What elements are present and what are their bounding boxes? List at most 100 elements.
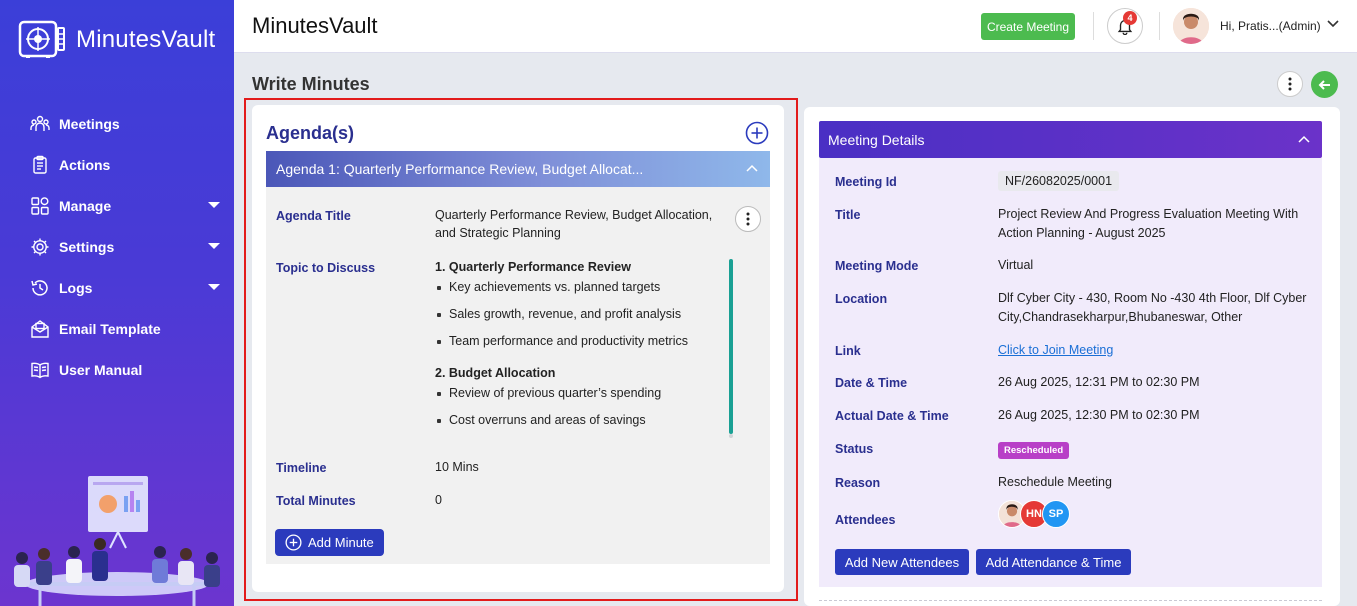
chevron-down-icon[interactable] xyxy=(1326,18,1340,28)
add-attendance-time-button[interactable]: Add Attendance & Time xyxy=(976,549,1131,575)
attendee-avatar[interactable]: SP xyxy=(1042,500,1070,528)
user-greeting[interactable]: Hi, Pratis...(Admin) xyxy=(1220,19,1321,33)
attendees-label: Attendees xyxy=(835,513,896,527)
topic-bullet: Review of previous quarter’s spending xyxy=(435,384,725,402)
date-time-value: 26 Aug 2025, 12:31 PM to 02:30 PM xyxy=(998,375,1200,389)
add-agenda-icon[interactable] xyxy=(745,121,769,145)
sidebar-item-manage[interactable]: Manage xyxy=(0,185,234,226)
agenda-title-line: Quarterly Performance Review, Budget All… xyxy=(435,208,713,222)
email-icon xyxy=(30,319,50,339)
page-more-button[interactable] xyxy=(1277,71,1303,97)
sidebar-item-label: Logs xyxy=(59,279,93,296)
location-value: Dlf Cyber City - 430, Room No -430 4th F… xyxy=(998,289,1306,327)
topic-bullet: Team performance and productivity metric… xyxy=(435,332,725,350)
agenda-accordion-header[interactable]: Agenda 1: Quarterly Performance Review, … xyxy=(266,151,770,187)
page-title: Write Minutes xyxy=(252,74,370,94)
manage-icon xyxy=(30,196,50,216)
actual-date-time-value: 26 Aug 2025, 12:30 PM to 02:30 PM xyxy=(998,408,1200,422)
agenda-heading: Agenda(s) xyxy=(266,123,355,143)
meeting-title-line: Action Planning - August 2025 xyxy=(998,226,1166,240)
location-line: City,Chandrasekharpur,Bhubaneswar, Other xyxy=(998,310,1243,324)
status-value: Rescheduled xyxy=(998,440,1070,460)
title-label: Title xyxy=(835,208,861,222)
sidebar-nav: Meetings Actions Manage Settings Logs Em… xyxy=(0,103,234,390)
sidebar-item-label: Email Template xyxy=(59,320,161,337)
chevron-down-icon xyxy=(208,284,220,290)
sidebar-item-label: Actions xyxy=(59,156,111,173)
agenda-card: Agenda(s) Agenda 1: Quarterly Performanc… xyxy=(252,105,784,592)
topic-bullet: Key achievements vs. planned targets xyxy=(435,278,725,296)
topic-bullet: Cost overruns and areas of savings xyxy=(435,411,725,429)
chevron-up-icon xyxy=(746,164,758,172)
link-label: Link xyxy=(835,344,861,358)
meeting-id-value: NF/26082025/0001 xyxy=(998,171,1120,191)
create-meeting-button[interactable]: Create Meeting xyxy=(981,13,1075,40)
header-divider xyxy=(1093,12,1094,40)
meeting-id-label: Meeting Id xyxy=(835,175,897,189)
notifications-button[interactable]: 4 xyxy=(1107,8,1143,44)
agenda-accordion-body: Agenda Title Quarterly Performance Revie… xyxy=(266,187,770,564)
date-time-label: Date & Time xyxy=(835,376,908,390)
topics-list[interactable]: 1. Quarterly Performance Review Key achi… xyxy=(435,258,725,448)
reason-label: Reason xyxy=(835,476,881,490)
sidebar-item-meetings[interactable]: Meetings xyxy=(0,103,234,144)
meeting-details-body: Meeting Id NF/26082025/0001 Title Projec… xyxy=(819,158,1322,587)
more-vertical-icon xyxy=(746,212,750,226)
gear-icon xyxy=(30,237,50,257)
agenda-accordion-title: Agenda 1: Quarterly Performance Review, … xyxy=(276,161,644,177)
meeting-details-header[interactable]: Meeting Details xyxy=(819,121,1322,158)
add-new-attendees-button[interactable]: Add New Attendees xyxy=(835,549,969,575)
timeline-value: 10 Mins xyxy=(435,460,479,474)
reason-value: Reschedule Meeting xyxy=(998,475,1112,489)
arrow-left-icon xyxy=(1318,79,1330,90)
user-avatar[interactable] xyxy=(1173,8,1209,44)
join-meeting-link[interactable]: Click to Join Meeting xyxy=(998,341,1113,360)
location-line: Dlf Cyber City - 430, Room No -430 4th F… xyxy=(998,291,1307,305)
back-button[interactable] xyxy=(1311,71,1338,98)
plus-circle-icon xyxy=(285,534,302,551)
topics-scrollbar-track xyxy=(729,434,733,438)
chevron-down-icon xyxy=(208,202,220,208)
add-minute-label: Add Minute xyxy=(308,535,374,550)
notification-count-badge: 4 xyxy=(1123,11,1137,25)
add-minute-button[interactable]: Add Minute xyxy=(275,529,384,556)
brand-logo[interactable]: MinutesVault xyxy=(18,20,215,60)
meeting-details-title: Meeting Details xyxy=(828,132,925,148)
sidebar-item-label: Settings xyxy=(59,238,115,255)
timeline-label: Timeline xyxy=(276,461,327,475)
topic-heading: 1. Quarterly Performance Review xyxy=(435,260,631,274)
attendees-list: HN SP xyxy=(998,500,1088,530)
agenda-more-button[interactable] xyxy=(735,206,761,232)
actual-date-time-label: Actual Date & Time xyxy=(835,409,949,423)
sidebar-item-actions[interactable]: Actions xyxy=(0,144,234,185)
total-minutes-label: Total Minutes xyxy=(276,494,356,508)
topic-heading: 2. Budget Allocation xyxy=(435,366,556,380)
header-divider xyxy=(1159,12,1160,40)
meeting-illustration xyxy=(0,466,234,606)
sidebar-item-user-manual[interactable]: User Manual xyxy=(0,349,234,390)
brand-name: MinutesVault xyxy=(76,26,216,53)
book-icon xyxy=(30,360,50,380)
app-title: MinutesVault xyxy=(252,13,378,38)
sidebar-item-label: Manage xyxy=(59,197,112,214)
topic-bullet: Sales growth, revenue, and profit analys… xyxy=(435,305,725,323)
sidebar-item-settings[interactable]: Settings xyxy=(0,226,234,267)
actions-icon xyxy=(30,155,50,175)
chevron-down-icon xyxy=(208,243,220,249)
status-badge: Rescheduled xyxy=(998,442,1070,459)
location-label: Location xyxy=(835,292,888,306)
sidebar-item-label: Meetings xyxy=(59,115,120,132)
more-vertical-icon xyxy=(1288,77,1292,91)
total-minutes-value: 0 xyxy=(435,493,442,507)
section-divider xyxy=(819,600,1322,601)
topics-scrollbar-thumb[interactable] xyxy=(729,259,733,434)
meetings-icon xyxy=(30,114,50,134)
sidebar-item-label: User Manual xyxy=(59,361,143,378)
sidebar-item-email-template[interactable]: Email Template xyxy=(0,308,234,349)
sidebar-item-logs[interactable]: Logs xyxy=(0,267,234,308)
top-bar: MinutesVault Create Meeting 4 Hi, Pratis… xyxy=(234,0,1357,53)
chevron-up-icon xyxy=(1298,135,1310,143)
meeting-mode-label: Meeting Mode xyxy=(835,259,919,273)
meeting-title-line: Project Review And Progress Evaluation M… xyxy=(998,207,1299,221)
meeting-mode-value: Virtual xyxy=(998,258,1034,272)
